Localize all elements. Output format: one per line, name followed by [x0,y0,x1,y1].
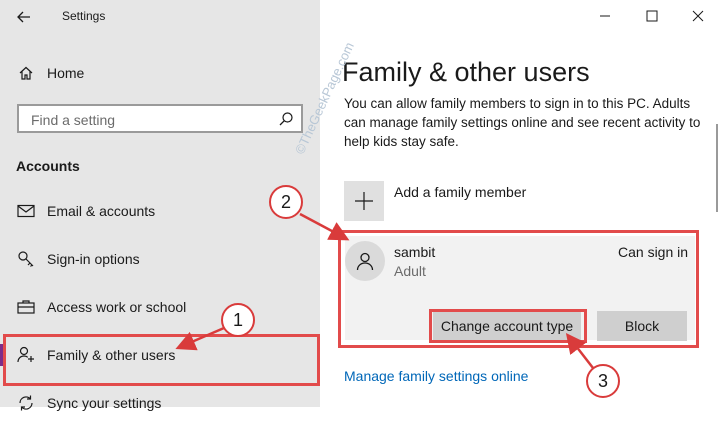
plus-icon [355,192,373,210]
close-button[interactable] [675,0,721,32]
sidebar-item-label: Email & accounts [47,203,156,219]
scrollbar[interactable] [716,124,718,212]
close-icon [692,10,704,22]
minimize-icon [600,15,610,17]
callout-3: 3 [586,364,620,398]
briefcase-icon [16,297,36,317]
section-heading: Accounts [16,158,80,174]
app-title: Settings [62,9,106,23]
annotation-box-family-item [3,334,320,386]
arrow-left-icon [17,11,30,23]
sidebar-item-label: Sync your settings [47,395,162,411]
add-family-member-label[interactable]: Add a family member [394,184,526,200]
sidebar-item-sign-in-options[interactable]: Sign-in options [0,239,320,279]
search-icon[interactable] [277,110,295,128]
manage-family-settings-link[interactable]: Manage family settings online [344,368,528,384]
key-icon [16,249,36,269]
sync-icon [16,393,36,413]
search-input[interactable] [29,106,273,133]
maximize-button[interactable] [629,0,675,32]
home-icon [16,63,36,83]
add-family-member-button[interactable] [344,181,384,221]
back-button[interactable] [10,4,38,30]
maximize-icon [646,10,658,22]
annotation-box-change-type [429,309,587,343]
sidebar-item-sync-settings[interactable]: Sync your settings [0,383,320,423]
sidebar-item-home[interactable]: Home [0,53,320,93]
mail-icon [16,201,36,221]
sidebar-item-access-work[interactable]: Access work or school [0,287,320,327]
minimize-button[interactable] [582,0,628,32]
sidebar-item-label: Sign-in options [47,251,140,267]
callout-2: 2 [269,185,303,219]
callout-1: 1 [221,303,255,337]
sidebar-item-label: Home [47,65,85,81]
page-title: Family & other users [342,57,590,87]
sidebar-item-label: Access work or school [47,299,187,315]
page-description: You can allow family members to sign in … [344,96,701,149]
search-box[interactable] [17,104,303,133]
